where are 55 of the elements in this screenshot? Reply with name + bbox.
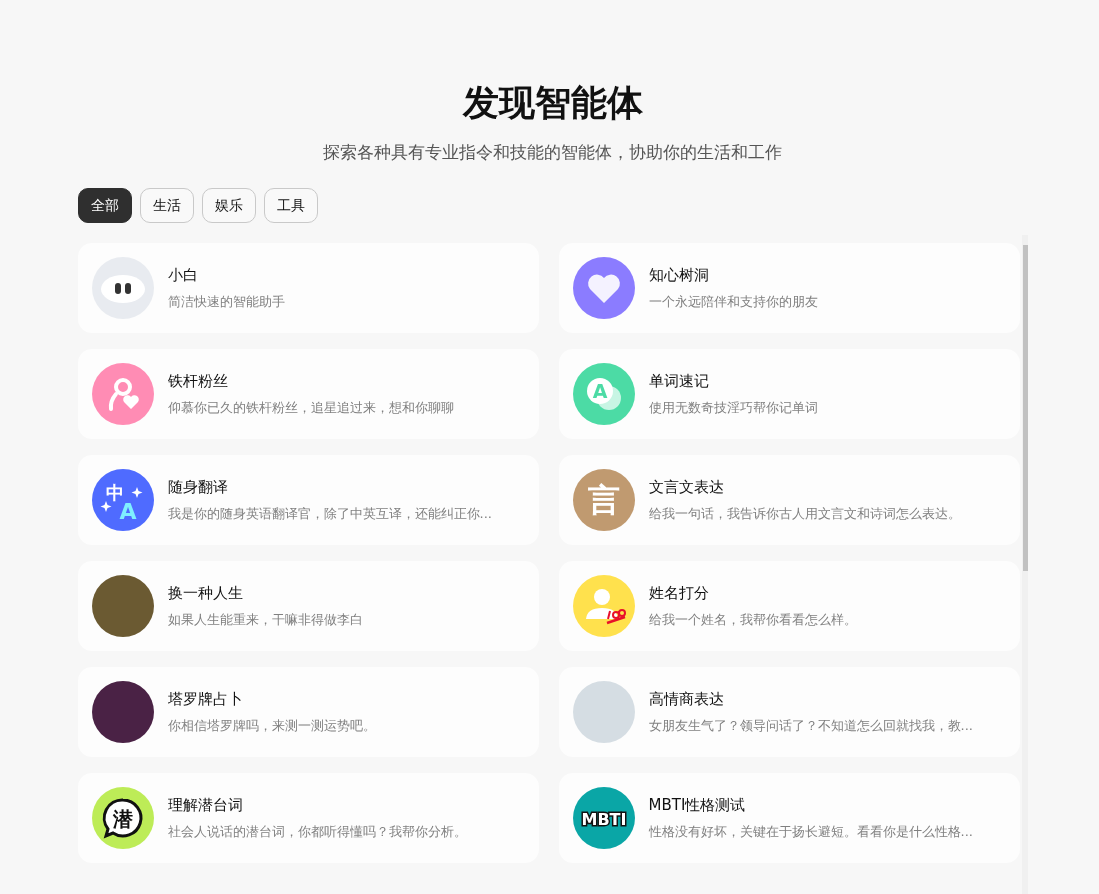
agent-description: 性格没有好坏，关键在于扬长避短。看看你是什么性格... <box>648 822 973 841</box>
text-avatar-icon: MBTI <box>572 787 635 849</box>
page-title: 发现智能体 <box>461 81 644 125</box>
agent-card[interactable]: 中 A 随身翻译 我是你的随身英语翻译官，除了中英互译，还能纠正你... <box>77 455 539 545</box>
agent-name: 理解潜台词 <box>167 795 244 815</box>
agent-name: 小白 <box>167 265 199 285</box>
page-subtitle: 探索各种具有专业指令和技能的智能体，协助你的生活和工作 <box>322 141 783 164</box>
photo-placeholder <box>91 575 154 637</box>
agent-card[interactable]: 潜 理解潜台词 社会人说话的潜台词，你都听得懂吗？我帮你分析。 <box>77 773 539 863</box>
photo-placeholder <box>572 681 635 743</box>
photo-placeholder <box>91 681 154 743</box>
agent-card[interactable]: 姓名打分 给我一个姓名，我帮你看看怎么样。 <box>558 561 1020 651</box>
heart-avatar-icon <box>572 257 635 319</box>
agent-description: 一个永远陪伴和支持你的朋友 <box>648 292 818 311</box>
speech-bubble-avatar-icon: 潜 <box>91 787 154 849</box>
agent-name: 换一种人生 <box>167 583 244 603</box>
agent-description: 女朋友生气了？领导问话了？不知道怎么回就找我，教... <box>648 716 973 735</box>
agent-name: MBTI性格测试 <box>648 795 747 815</box>
agent-card[interactable]: 高情商表达 女朋友生气了？领导问话了？不知道怎么回就找我，教... <box>558 667 1020 757</box>
agent-name: 姓名打分 <box>648 583 710 603</box>
agent-description: 你相信塔罗牌吗，来测一测运势吧。 <box>167 716 376 735</box>
person-score-avatar-icon <box>572 575 635 637</box>
agent-card[interactable]: MBTI MBTI性格测试 性格没有好坏，关键在于扬长避短。看看你是什么性格... <box>558 773 1020 863</box>
category-tab[interactable]: 全部 <box>77 188 132 223</box>
agent-name: 高情商表达 <box>648 689 725 709</box>
agent-name: 塔罗牌占卜 <box>167 689 244 709</box>
agent-description: 给我一个姓名，我帮你看看怎么样。 <box>648 610 857 629</box>
agent-description: 如果人生能重来，干嘛非得做李白 <box>167 610 363 629</box>
category-tab[interactable]: 生活 <box>139 188 194 223</box>
agent-card[interactable]: 小白 简洁快速的智能助手 <box>77 243 539 333</box>
agent-name: 随身翻译 <box>167 477 229 497</box>
agent-name: 知心树洞 <box>648 265 710 285</box>
robot-avatar-icon <box>91 257 154 319</box>
agent-card[interactable]: A 单词速记 使用无数奇技淫巧帮你记单词 <box>558 349 1020 439</box>
agent-description: 简洁快速的智能助手 <box>167 292 285 311</box>
scrollbar[interactable] <box>1021 235 1028 894</box>
translate-avatar-icon: 中 A <box>91 469 154 531</box>
agent-card[interactable]: 知心树洞 一个永远陪伴和支持你的朋友 <box>558 243 1020 333</box>
agent-card[interactable]: 铁杆粉丝 仰慕你已久的铁杆粉丝，追星追过来，想和你聊聊 <box>77 349 539 439</box>
text-avatar-icon: 言 <box>572 469 635 531</box>
person-heart-avatar-icon <box>91 363 154 425</box>
agent-card[interactable]: 言 文言文表达 给我一句话，我告诉你古人用文言文和诗词怎么表达。 <box>558 455 1020 545</box>
category-tab[interactable]: 娱乐 <box>201 188 256 223</box>
speech-bubble-avatar-icon: A <box>572 363 635 425</box>
agent-name: 文言文表达 <box>648 477 725 497</box>
agent-card[interactable]: 塔罗牌占卜 你相信塔罗牌吗，来测一测运势吧。 <box>77 667 539 757</box>
agent-name: 铁杆粉丝 <box>167 371 229 391</box>
agent-description: 给我一句话，我告诉你古人用文言文和诗词怎么表达。 <box>648 504 961 523</box>
agent-description: 使用无数奇技淫巧帮你记单词 <box>648 398 818 417</box>
agent-description: 我是你的随身英语翻译官，除了中英互译，还能纠正你... <box>167 504 492 523</box>
agent-name: 单词速记 <box>648 371 710 391</box>
category-tab[interactable]: 工具 <box>263 188 318 223</box>
agent-description: 仰慕你已久的铁杆粉丝，追星追过来，想和你聊聊 <box>167 398 454 417</box>
agent-description: 社会人说话的潜台词，你都听得懂吗？我帮你分析。 <box>167 822 467 841</box>
agent-card[interactable]: 换一种人生 如果人生能重来，干嘛非得做李白 <box>77 561 539 651</box>
